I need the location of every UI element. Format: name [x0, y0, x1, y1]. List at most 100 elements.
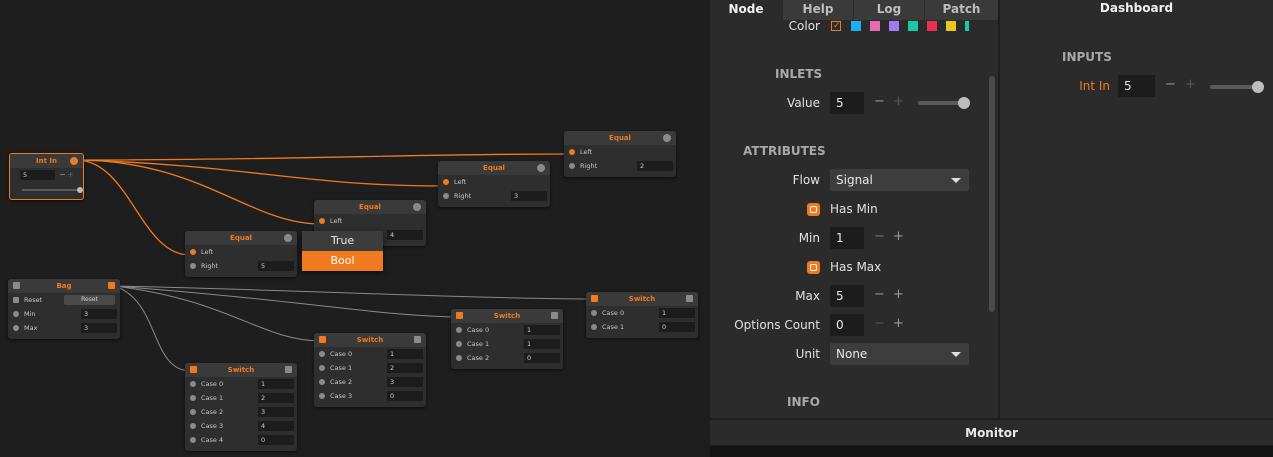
color-swatch-purple[interactable]: [889, 21, 899, 31]
color-swatch-green[interactable]: [965, 21, 969, 31]
inlet-port[interactable]: [13, 325, 19, 331]
options-count-input[interactable]: 0: [830, 314, 864, 336]
value-input[interactable]: 5: [830, 92, 864, 114]
min-input[interactable]: 1: [830, 227, 864, 249]
slider-knob[interactable]: [1252, 81, 1264, 93]
inlet-port[interactable]: [591, 324, 597, 330]
flow-select[interactable]: Signal: [830, 169, 969, 191]
inlet-value-field[interactable]: 2: [637, 161, 673, 171]
value-slider[interactable]: [22, 187, 83, 193]
increment-button[interactable]: +: [893, 287, 904, 302]
inlet-port[interactable]: [190, 366, 197, 373]
inlet-port[interactable]: [319, 218, 325, 224]
inlet-port[interactable]: [190, 423, 196, 429]
tab-help[interactable]: Help: [783, 0, 853, 20]
increment-button[interactable]: +: [67, 168, 74, 182]
inlet-value-field[interactable]: 4: [387, 230, 423, 240]
case-value-field[interactable]: 0: [387, 391, 423, 401]
outlet-port[interactable]: [284, 234, 292, 242]
color-swatch-yellow[interactable]: [946, 21, 956, 31]
node-graph-canvas[interactable]: Int In 5 − + Equal Left Right 2 Equal Lef…: [0, 0, 710, 457]
tab-patch[interactable]: Patch: [925, 0, 998, 20]
inlet-port[interactable]: [319, 365, 325, 371]
outlet-port[interactable]: [663, 134, 671, 142]
int-in-node[interactable]: Int In 5 − +: [9, 153, 84, 200]
inlet-port[interactable]: [569, 163, 575, 169]
node-header[interactable]: Equal: [314, 200, 426, 214]
outlet-port[interactable]: [686, 295, 693, 302]
increment-button[interactable]: +: [893, 316, 904, 331]
equal-node[interactable]: Equal Left Right 5: [185, 231, 297, 277]
case-value-field[interactable]: 1: [387, 349, 423, 359]
type-popup-menu[interactable]: True Bool: [302, 231, 383, 271]
color-swatch-blue[interactable]: [851, 21, 861, 31]
increment-button[interactable]: +: [893, 94, 904, 109]
value-field[interactable]: 5: [20, 170, 55, 180]
inlet-port[interactable]: [456, 355, 462, 361]
inlet-port[interactable]: [190, 395, 196, 401]
inlet-port[interactable]: [319, 336, 326, 343]
case-value-field[interactable]: 3: [258, 407, 294, 417]
inlet-port[interactable]: [591, 295, 598, 302]
menu-item-true[interactable]: True: [302, 231, 383, 251]
case-value-field[interactable]: 1: [524, 339, 560, 349]
case-value-field[interactable]: 1: [258, 379, 294, 389]
slider-knob[interactable]: [77, 187, 83, 193]
inlet-port[interactable]: [443, 193, 449, 199]
inlet-value-field[interactable]: 5: [258, 261, 294, 271]
case-value-field[interactable]: 4: [258, 421, 294, 431]
node-header[interactable]: Switch: [185, 363, 297, 377]
max-input[interactable]: 5: [830, 285, 864, 307]
unit-select[interactable]: None: [830, 343, 969, 365]
inlet-port[interactable]: [443, 179, 449, 185]
switch-node[interactable]: Switch Case 0 1 Case 1 1 Case 2 0: [451, 309, 563, 369]
inlet-port[interactable]: [190, 263, 196, 269]
inlet-value-field[interactable]: 3: [511, 191, 547, 201]
increment-button[interactable]: +: [1185, 77, 1196, 92]
outlet-port[interactable]: [285, 366, 292, 373]
outlet-port[interactable]: [551, 312, 558, 319]
node-header[interactable]: Equal: [564, 131, 676, 145]
node-header[interactable]: Equal: [438, 161, 550, 175]
outlet-port[interactable]: [413, 203, 421, 211]
menu-item-bool[interactable]: Bool: [302, 251, 383, 271]
inlet-port[interactable]: [190, 437, 196, 443]
inlet-port[interactable]: [569, 149, 575, 155]
inlet-port[interactable]: [456, 312, 463, 319]
case-value-field[interactable]: 2: [258, 393, 294, 403]
slider-knob[interactable]: [958, 97, 970, 109]
bag-node[interactable]: Bag Reset Reset Min 3 Max 3: [8, 279, 120, 339]
inlet-value-field[interactable]: 3: [81, 309, 117, 319]
decrement-button[interactable]: −: [874, 229, 885, 244]
decrement-button[interactable]: −: [59, 168, 66, 182]
has-max-checkbox[interactable]: [807, 261, 820, 274]
case-value-field[interactable]: 3: [387, 377, 423, 387]
inlet-port[interactable]: [591, 310, 597, 316]
inlet-port[interactable]: [190, 381, 196, 387]
value-slider[interactable]: [918, 97, 970, 109]
color-swatch-teal[interactable]: [908, 21, 918, 31]
color-swatch-pink[interactable]: [870, 21, 880, 31]
decrement-button[interactable]: −: [874, 94, 885, 109]
switch-node[interactable]: Switch Case 0 1 Case 1 2 Case 2 3 Case 3 4 C…: [185, 363, 297, 451]
case-value-field[interactable]: 0: [524, 353, 560, 363]
equal-node[interactable]: Equal Left Right 3: [438, 161, 550, 207]
inlet-port[interactable]: [319, 351, 325, 357]
node-header[interactable]: Switch: [586, 292, 698, 306]
outlet-port[interactable]: [414, 336, 421, 343]
increment-button[interactable]: +: [893, 229, 904, 244]
case-value-field[interactable]: 0: [258, 435, 294, 445]
int-in-input[interactable]: 5: [1118, 75, 1155, 97]
inlet-value-field[interactable]: 3: [81, 323, 117, 333]
inlet-port[interactable]: [13, 282, 20, 289]
has-min-checkbox[interactable]: [807, 203, 820, 216]
inlet-port[interactable]: [190, 409, 196, 415]
tab-log[interactable]: Log: [854, 0, 924, 20]
inlet-port[interactable]: [190, 249, 196, 255]
outlet-port[interactable]: [70, 157, 78, 165]
node-header[interactable]: Switch: [314, 333, 426, 347]
equal-node[interactable]: Equal Left Right 2: [564, 131, 676, 177]
inlet-port[interactable]: [319, 379, 325, 385]
case-value-field[interactable]: 1: [524, 325, 560, 335]
node-header[interactable]: Bag: [8, 279, 120, 293]
